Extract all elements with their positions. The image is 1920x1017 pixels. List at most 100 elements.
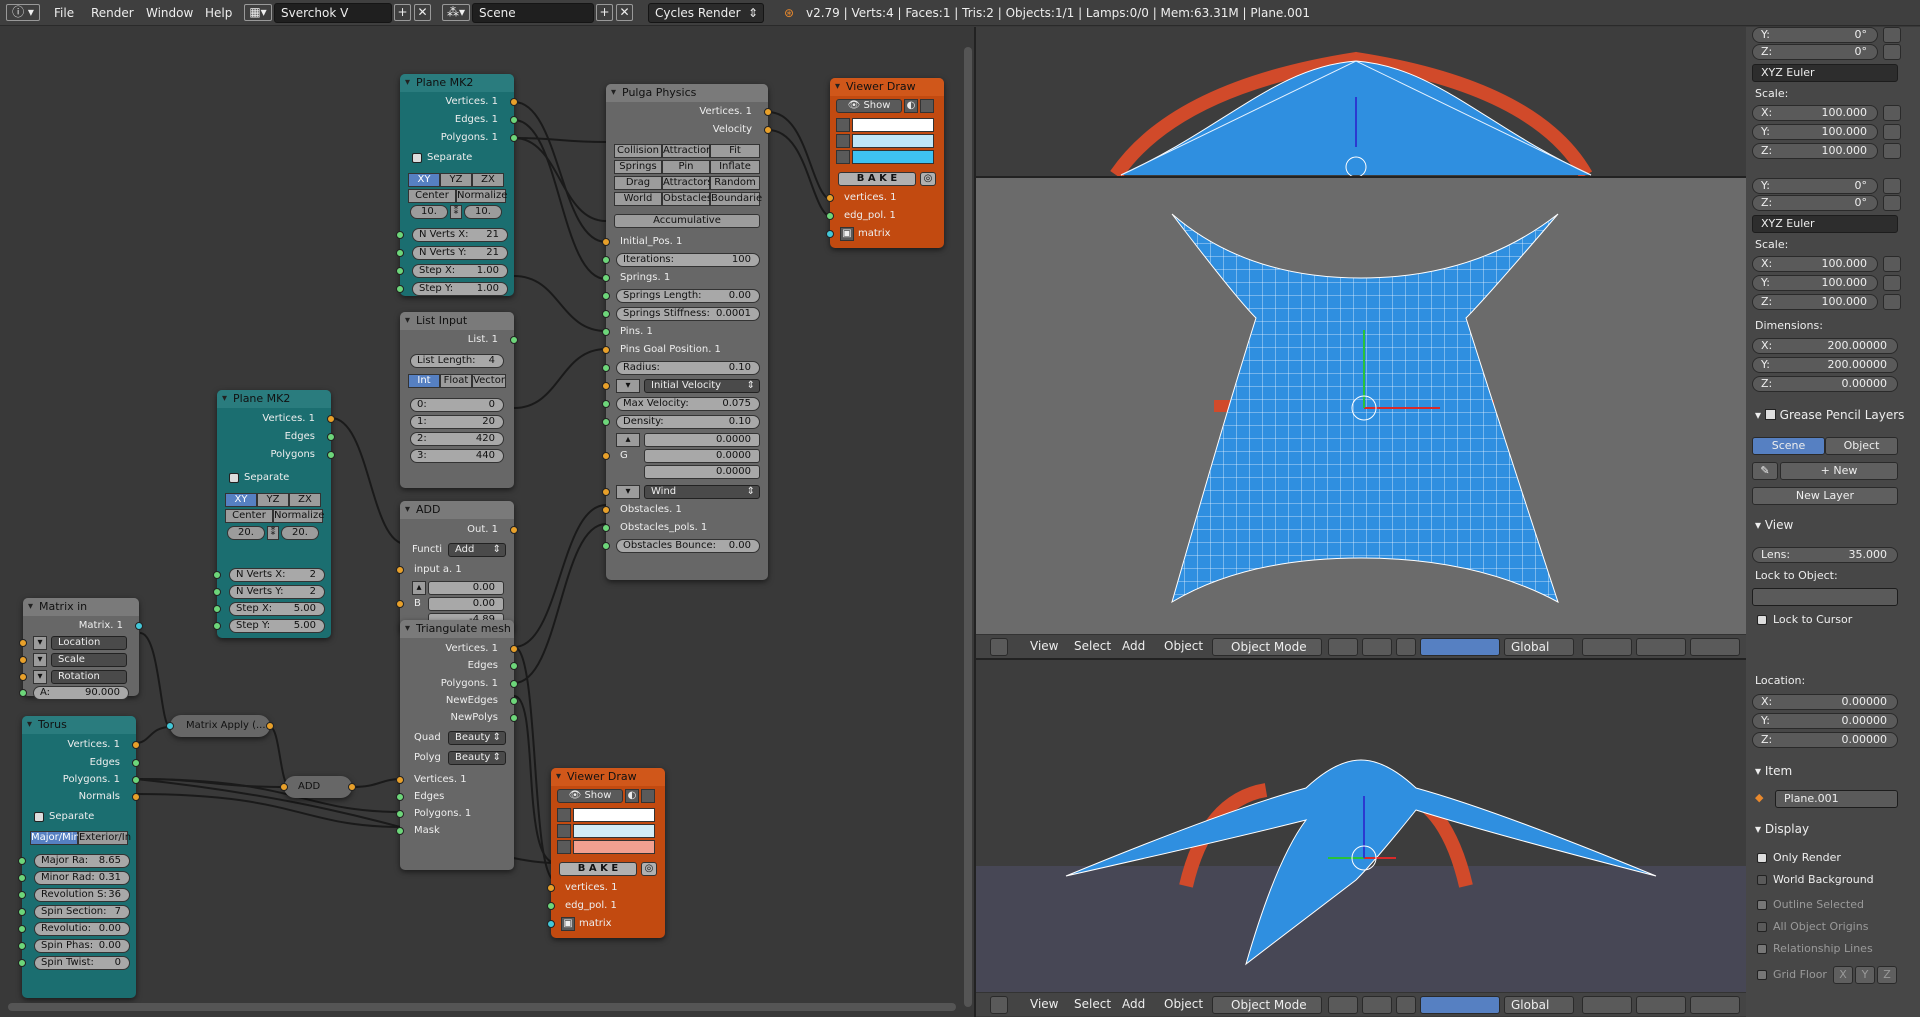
n-verts-x-field[interactable]: N Verts X: 2 xyxy=(229,568,325,582)
vector-x-field[interactable]: 0.00 xyxy=(428,581,504,595)
rotation-mode-select[interactable]: XYZ Euler xyxy=(1752,64,1898,82)
socket[interactable] xyxy=(602,382,610,390)
step-x-field[interactable]: Step X: 5.00 xyxy=(229,602,325,616)
socket[interactable] xyxy=(602,310,610,318)
socket[interactable] xyxy=(510,336,518,344)
toggle-fit[interactable]: Fit xyxy=(710,144,760,158)
size-x-field[interactable]: 20. xyxy=(227,526,265,540)
socket[interactable] xyxy=(826,194,834,202)
size-y-field[interactable]: 20. xyxy=(281,526,319,540)
toggle-boundaries[interactable]: Boundarie xyxy=(710,192,762,206)
socket[interactable] xyxy=(510,714,518,722)
menu-add[interactable]: Add xyxy=(1122,997,1145,1011)
socket[interactable] xyxy=(19,639,27,647)
socket[interactable] xyxy=(327,451,335,459)
socket[interactable] xyxy=(396,249,404,257)
socket[interactable] xyxy=(396,793,404,801)
vertex-color-swatch[interactable] xyxy=(573,808,655,822)
socket[interactable] xyxy=(602,346,610,354)
list-item-0[interactable]: 0: 0 xyxy=(410,398,504,412)
expand-icon[interactable]: ▾ xyxy=(33,653,47,667)
matrix-apply-node[interactable]: Matrix Apply (... xyxy=(166,715,274,737)
layers-grid-2[interactable] xyxy=(1636,996,1686,1014)
scale-z-field[interactable]: Z: 100.000 xyxy=(1752,143,1878,159)
menu-render[interactable]: Render xyxy=(91,3,134,23)
pulga-physics-node[interactable]: Pulga Physics Vertices. 1 Velocity Colli… xyxy=(602,84,772,580)
location-y-field[interactable]: Y: 0.00000 xyxy=(1752,713,1898,729)
horizontal-scrollbar[interactable] xyxy=(8,1003,956,1011)
rotation-y-field[interactable]: Y: 0° xyxy=(1752,178,1878,194)
type-float[interactable]: Float xyxy=(440,374,472,388)
collapse-icon[interactable]: ▴ xyxy=(412,581,426,595)
lock-icon[interactable] xyxy=(1883,44,1901,60)
socket[interactable] xyxy=(396,776,404,784)
socket[interactable] xyxy=(510,98,518,106)
toggle-obstacles[interactable]: Obstacles xyxy=(662,192,712,206)
rotation-z-field[interactable]: Z: 0° xyxy=(1752,44,1878,60)
center-toggle[interactable]: Center xyxy=(225,509,273,523)
socket[interactable] xyxy=(602,452,610,460)
all-origins-checkbox[interactable] xyxy=(1757,922,1767,932)
transform-icons[interactable] xyxy=(1420,638,1500,656)
manipulator-icon[interactable] xyxy=(1396,638,1416,656)
settings-icon[interactable]: ◎ xyxy=(920,172,936,186)
socket[interactable] xyxy=(18,959,26,967)
viewport-middle[interactable] xyxy=(976,178,1746,634)
matrix-in-node[interactable]: Matrix in Matrix. 1 ▾ Location ▾ Scale ▾… xyxy=(19,598,143,700)
socket[interactable] xyxy=(396,285,404,293)
initial-velocity-select[interactable]: Initial Velocity ⇕ xyxy=(644,379,760,393)
outline-selected-checkbox[interactable] xyxy=(1757,900,1767,910)
socket[interactable] xyxy=(327,433,335,441)
socket[interactable] xyxy=(510,680,518,688)
vertex-color-swatch[interactable] xyxy=(852,118,934,132)
axis-zx[interactable]: ZX xyxy=(289,493,321,507)
scale-z-field[interactable]: Z: 100.000 xyxy=(1752,294,1878,310)
menu-view[interactable]: View xyxy=(1030,639,1058,653)
grease-pencil-checkbox[interactable] xyxy=(1764,409,1776,420)
size-y-field[interactable]: 10. xyxy=(464,205,502,219)
size-x-field[interactable]: 10. xyxy=(410,205,448,219)
spin-sections-field[interactable]: Spin Section: 7 xyxy=(34,905,130,919)
rotation-row[interactable]: Rotation xyxy=(51,670,127,684)
socket[interactable] xyxy=(396,267,404,275)
viewer-draw-node-2[interactable]: Viewer Draw 👁 Show ◐ B A K E ◎ vertices.… xyxy=(547,768,665,938)
vertical-scrollbar[interactable] xyxy=(964,47,972,1007)
rotation-y-field[interactable]: Y: 0° xyxy=(1752,27,1878,43)
viewer-draw-node-1[interactable]: Viewer Draw 👁 Show ◐ B A K E ◎ vertices.… xyxy=(826,78,944,248)
world-background-checkbox[interactable] xyxy=(1757,875,1767,885)
socket[interactable] xyxy=(602,418,610,426)
socket[interactable] xyxy=(18,891,26,899)
step-x-field[interactable]: Step X: 1.00 xyxy=(412,264,508,278)
socket[interactable] xyxy=(510,662,518,670)
socket[interactable] xyxy=(547,902,555,910)
grid-z-toggle[interactable]: Z xyxy=(1877,966,1897,984)
socket[interactable] xyxy=(396,600,404,608)
mode-exterior-interior[interactable]: Exterior/In xyxy=(78,831,131,845)
triangulate-mesh-node[interactable]: Triangulate mesh Vertices. 1 Edges Polyg… xyxy=(396,620,518,870)
orientation-select[interactable]: Global xyxy=(1504,996,1574,1014)
torus-node[interactable]: Torus Vertices. 1 Edges Polygons. 1 Norm… xyxy=(18,716,140,998)
socket[interactable] xyxy=(18,874,26,882)
axis-xy[interactable]: XY xyxy=(225,493,257,507)
socket[interactable] xyxy=(510,134,518,142)
toggle-random[interactable]: Random xyxy=(710,176,760,190)
link-icon[interactable]: ⁑ xyxy=(450,205,462,219)
toggle-world[interactable]: World xyxy=(614,192,662,206)
edge-color-swatch[interactable] xyxy=(852,134,934,148)
scale-row[interactable]: Scale xyxy=(51,653,127,667)
scene-selector[interactable]: Scene xyxy=(472,3,594,23)
socket[interactable] xyxy=(602,238,610,246)
socket[interactable] xyxy=(602,328,610,336)
wire-toggle[interactable] xyxy=(920,99,934,113)
revolution-phase-field[interactable]: Revolutio: 0.00 xyxy=(34,922,130,936)
object-mode-select[interactable]: Object Mode xyxy=(1212,638,1322,656)
socket[interactable] xyxy=(280,783,288,791)
socket[interactable] xyxy=(396,231,404,239)
socket[interactable] xyxy=(547,920,555,928)
face-color-swatch[interactable] xyxy=(852,150,934,164)
layers-grid-1[interactable] xyxy=(1582,996,1632,1014)
object-name-field[interactable]: Plane.001 xyxy=(1775,790,1898,808)
manipulator-icon[interactable] xyxy=(1396,996,1416,1014)
bake-button[interactable]: B A K E xyxy=(559,862,637,876)
lock-icon[interactable] xyxy=(1883,294,1901,310)
